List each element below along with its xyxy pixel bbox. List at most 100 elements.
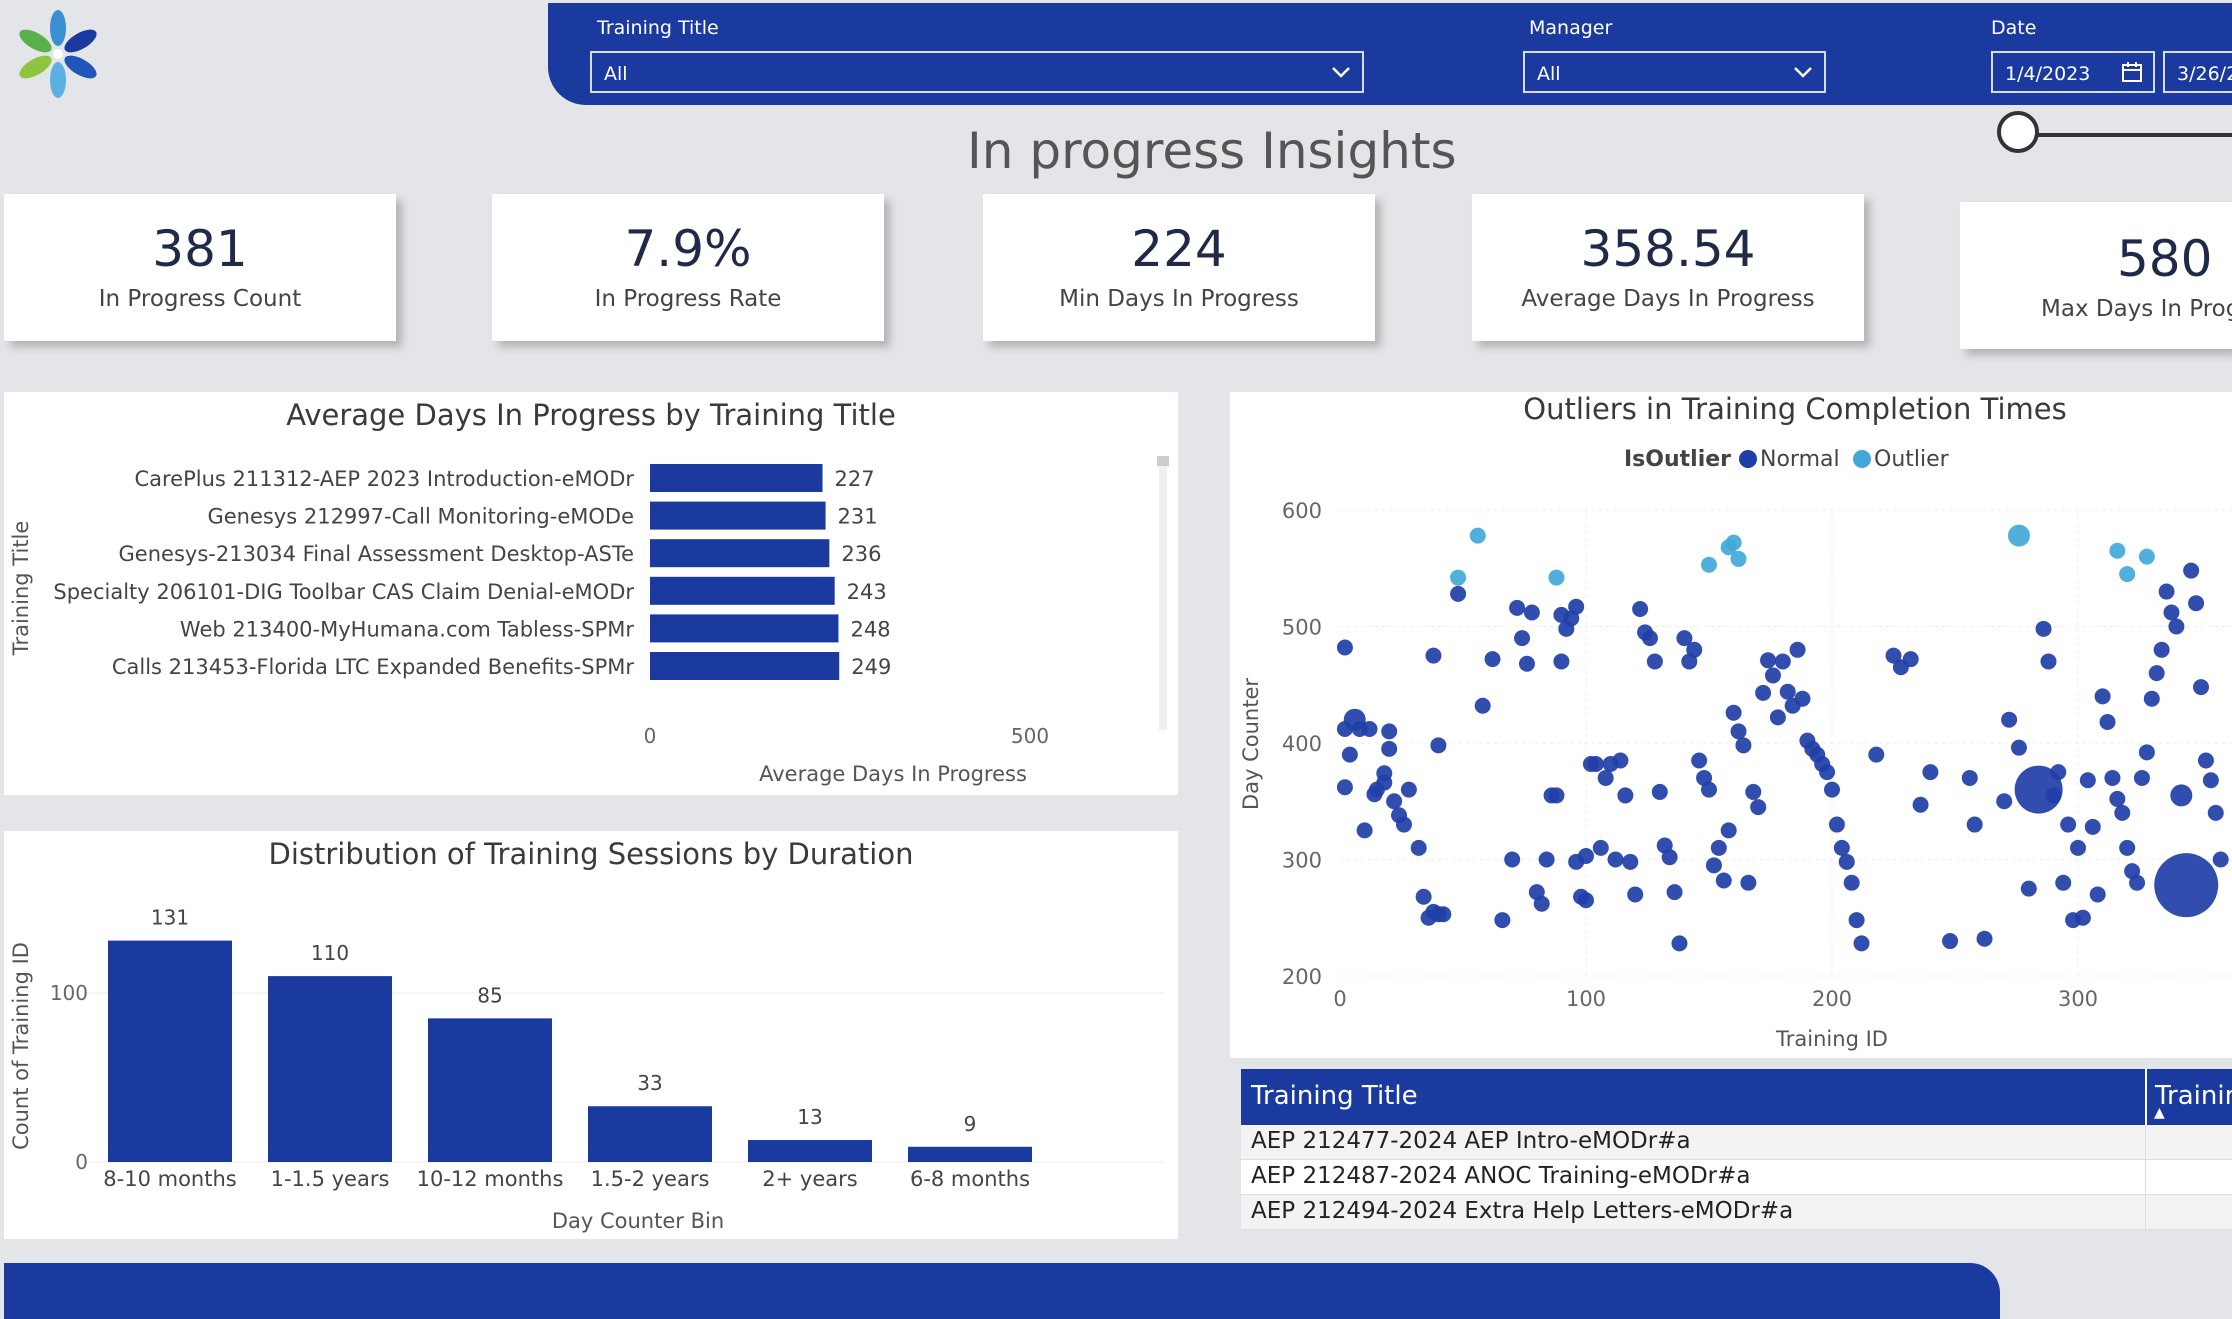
normal-point [1410, 839, 1427, 856]
table-row[interactable]: AEP 212477-2024 AEP Intro-eMODr#a [1241, 1125, 2232, 1160]
date-start-input[interactable]: 1/4/2023 [1991, 51, 2155, 93]
normal-point [1518, 655, 1535, 672]
normal-point [1789, 641, 1806, 658]
normal-point [1578, 848, 1594, 865]
normal-point [1868, 746, 1885, 763]
kpi-card-in-progress-rate: 7.9% In Progress Rate [492, 194, 884, 341]
x-tick-label: 500 [1011, 724, 1049, 748]
table-cell: AEP 212487-2024 ANOC Training-eMODr#a [1251, 1163, 1751, 1189]
normal-point [1356, 822, 1373, 839]
normal-point [2153, 641, 2170, 658]
normal-point [1912, 796, 1929, 813]
date-range-slider-track[interactable] [2020, 133, 2232, 137]
normal-point [1715, 872, 1732, 889]
normal-point [1774, 653, 1791, 670]
normal-point [1824, 781, 1840, 798]
date-range-slider-handle[interactable] [1997, 111, 2039, 153]
scrollbar[interactable] [1157, 456, 1169, 466]
legend-normal-marker [1739, 450, 1757, 468]
date-filter-label: Date [1991, 17, 2037, 39]
legend-normal-label: Normal [1760, 447, 1840, 472]
normal-point [1587, 755, 1604, 772]
y-tick-label: 200 [1282, 965, 1322, 989]
normal-point [1504, 851, 1521, 868]
normal-point [1381, 723, 1398, 740]
outlier-point [1469, 527, 1486, 544]
column-header-training-title[interactable]: Training Title [1251, 1081, 1418, 1111]
normal-point [2133, 769, 2150, 786]
category-label: 6-8 months [910, 1167, 1030, 1191]
kpi-value: 224 [1131, 220, 1227, 278]
normal-point [1750, 799, 1767, 816]
normal-point [1730, 723, 1747, 740]
table-cell: AEP 212494-2024 Extra Help Letters-eMODr… [1251, 1198, 1794, 1224]
data-label: 227 [835, 467, 875, 491]
manager-dropdown[interactable]: All [1523, 51, 1826, 93]
normal-point [1514, 630, 1531, 647]
date-end-value: 3/26/2 [2177, 63, 2232, 85]
category-label: 2+ years [762, 1167, 857, 1191]
normal-point [1848, 912, 1865, 929]
normal-point [1843, 874, 1860, 891]
sort-ascending-icon[interactable]: ▲ [2154, 1105, 2165, 1121]
y-tick-label: 600 [1282, 499, 1322, 523]
normal-point [2104, 769, 2121, 786]
y-tick-label: 500 [1282, 616, 1322, 640]
outliers-panel: Outliers in Training Completion Times Is… [1230, 392, 2232, 1058]
chevron-down-icon [1792, 61, 1814, 83]
normal-point [1641, 630, 1658, 647]
y-axis-label: Training Title [9, 521, 33, 657]
date-start-value: 1/4/2023 [2005, 63, 2091, 85]
normal-point [2202, 772, 2219, 789]
normal-point [1361, 721, 1378, 738]
legend-outlier-marker [1853, 450, 1871, 468]
normal-point [1474, 697, 1491, 714]
normal-point [2001, 711, 2018, 728]
normal-point [2114, 804, 2131, 821]
normal-point [1745, 783, 1762, 800]
normal-point [1597, 769, 1614, 786]
y-axis-label: Day Counter [1239, 678, 1263, 810]
table-row[interactable]: AEP 212487-2024 ANOC Training-eMODr#a [1241, 1160, 2232, 1195]
normal-point [2060, 816, 2077, 833]
duration-bar-chart: Count of Training ID Day Counter Bin 0 10… [9, 906, 1164, 1233]
normal-point [1538, 851, 1555, 868]
data-label: 248 [850, 617, 890, 641]
avg-days-bar-chart: Training Title Average Days In Progress … [9, 456, 1169, 786]
kpi-card-in-progress-count: 381 In Progress Count [4, 194, 396, 341]
kpi-value: 580 [2117, 230, 2213, 288]
x-axis-label: Training ID [1775, 1027, 1888, 1051]
bar [650, 652, 840, 680]
scrollbar-track[interactable] [1159, 466, 1167, 730]
duration-distribution-panel: Distribution of Training Sessions by Dur… [4, 831, 1178, 1239]
kpi-label: In Progress Count [98, 286, 302, 312]
normal-point [1612, 752, 1629, 769]
normal-point [1671, 935, 1688, 952]
normal-point [1592, 839, 1609, 856]
bar [908, 1146, 1032, 1162]
training-title-dropdown-value: All [604, 63, 628, 85]
company-logo [10, 4, 110, 104]
date-end-input[interactable]: 3/26/2 [2163, 51, 2232, 93]
data-label: 13 [797, 1105, 822, 1129]
outlier-point [1725, 534, 1742, 551]
data-label: 231 [838, 505, 878, 529]
table-row[interactable]: AEP 212494-2024 Extra Help Letters-eMODr… [1241, 1195, 2232, 1230]
normal-point [1651, 783, 1668, 800]
normal-point [1705, 857, 1722, 874]
bar [650, 501, 826, 530]
normal-point [1794, 690, 1811, 707]
outlier-point [2109, 542, 2126, 559]
data-label: 236 [841, 542, 881, 566]
normal-point [1976, 930, 1993, 947]
calendar-icon[interactable] [2121, 61, 2143, 88]
y-axis-label: Count of Training ID [9, 942, 33, 1150]
column-header-training[interactable]: Trainin [2155, 1081, 2232, 1111]
training-title-dropdown[interactable]: All [590, 51, 1364, 93]
normal-point [1710, 839, 1727, 856]
normal-point [1966, 816, 1983, 833]
normal-point [1961, 769, 1978, 786]
normal-point [2193, 679, 2209, 696]
normal-point [2119, 839, 2136, 856]
kpi-value: 358.54 [1580, 220, 1756, 278]
